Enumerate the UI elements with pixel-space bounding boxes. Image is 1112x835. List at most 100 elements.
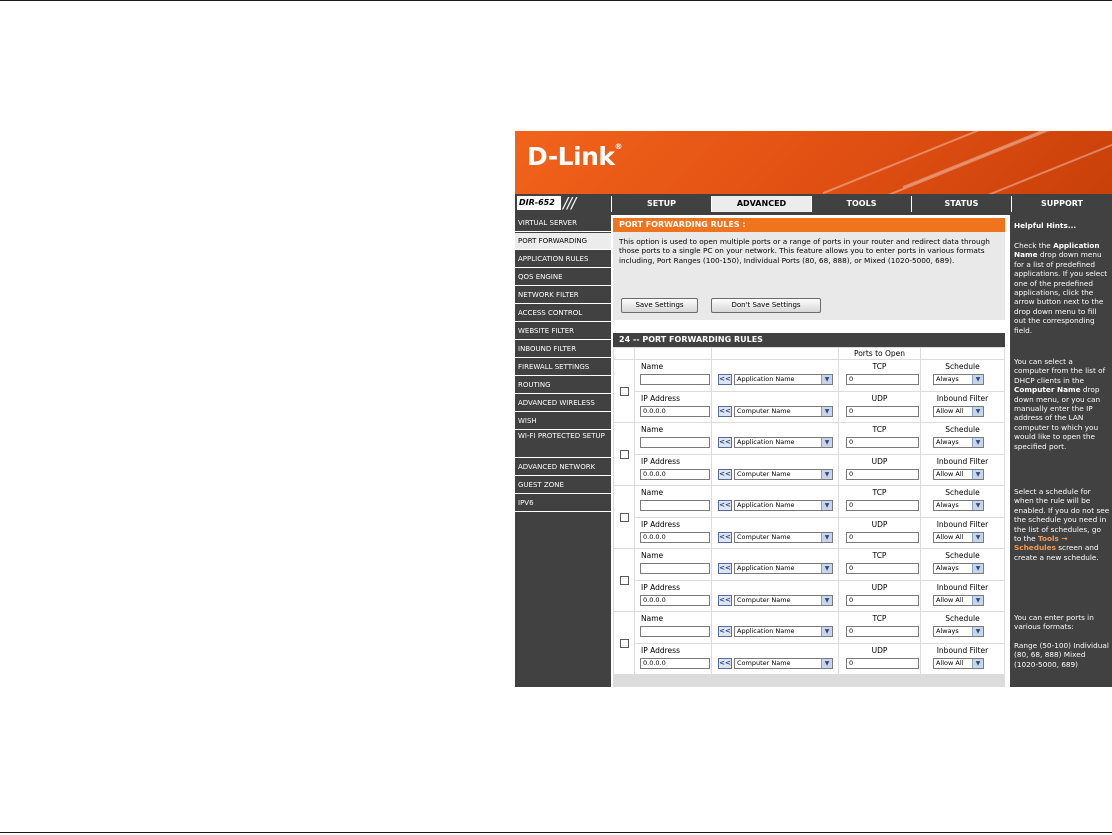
chevron-down-icon: ▼ [821,627,832,636]
inbound-filter-select[interactable]: Allow All ▼ [933,532,984,543]
fill-computer-button[interactable]: << [718,469,732,480]
udp-ports-input[interactable]: 0 [846,595,919,606]
rule-name-input[interactable] [640,626,710,637]
rule-name-input[interactable] [640,437,710,448]
fill-application-button[interactable]: << [718,563,732,574]
nav-item-firewall-settings[interactable]: FIREWALL SETTINGS [515,359,611,376]
inbound-filter-label: Inbound Filter [936,394,989,403]
udp-ports-input[interactable]: 0 [846,406,919,417]
rule-enable-checkbox[interactable] [620,387,629,396]
nav-item-virtual-server[interactable]: VIRTUAL SERVER [515,215,611,232]
computer-name-select[interactable]: Computer Name ▼ [734,532,833,543]
rule-ip-input[interactable]: 0.0.0.0 [640,595,710,606]
rule-enable-checkbox[interactable] [620,513,629,522]
schedule-select[interactable]: Always ▼ [933,626,984,637]
computer-name-select[interactable]: Computer Name ▼ [734,406,833,417]
dont-save-settings-button[interactable]: Don't Save Settings [711,298,821,313]
computer-name-select[interactable]: Computer Name ▼ [734,595,833,606]
chevron-down-icon: ▼ [821,564,832,573]
application-name-select[interactable]: Application Name ▼ [734,626,833,637]
rule-ip-input[interactable]: 0.0.0.0 [640,532,710,543]
schedule-select[interactable]: Always ▼ [933,374,984,385]
nav-item-routing[interactable]: ROUTING [515,377,611,394]
fill-application-button[interactable]: << [718,437,732,448]
computer-name-value: Computer Name [737,470,791,478]
rule-name-input[interactable] [640,500,710,511]
application-name-select[interactable]: Application Name ▼ [734,563,833,574]
rule-ip-input[interactable]: 0.0.0.0 [640,658,710,669]
udp-ports-input[interactable]: 0 [846,658,919,669]
application-name-select[interactable]: Application Name ▼ [734,437,833,448]
chevron-down-icon: ▼ [972,659,983,668]
fill-computer-button[interactable]: << [718,595,732,606]
save-settings-button[interactable]: Save Settings [621,298,698,313]
tab-advanced[interactable]: ADVANCED [711,196,811,212]
rule-enable-checkbox[interactable] [620,576,629,585]
computer-name-value: Computer Name [737,659,791,667]
inbound-filter-select[interactable]: Allow All ▼ [933,406,984,417]
nav-item-advanced-wireless[interactable]: ADVANCED WIRELESS [515,395,611,412]
fill-computer-button[interactable]: << [718,532,732,543]
rule-name-input[interactable] [640,374,710,385]
tab-setup[interactable]: SETUP [611,196,711,212]
nav-item-qos-engine[interactable]: QOS ENGINE [515,269,611,286]
application-name-value: Application Name [737,627,795,635]
rule-enable-checkbox[interactable] [620,450,629,459]
hints-title: Helpful Hints... [1014,221,1077,230]
inbound-filter-select[interactable]: Allow All ▼ [933,595,984,606]
nav-item-network-filter[interactable]: NETWORK FILTER [515,287,611,304]
rule-ip-input[interactable]: 0.0.0.0 [640,469,710,480]
nav-item-application-rules[interactable]: APPLICATION RULES [515,251,611,268]
fill-computer-button[interactable]: << [718,658,732,669]
rule-row: Name IP Address 0.0.0.0 << Application Name ▼… [613,612,1005,674]
application-name-select[interactable]: Application Name ▼ [734,500,833,511]
nav-item-guest-zone[interactable]: GUEST ZONE [515,477,611,494]
application-name-value: Application Name [737,375,795,383]
schedule-label: Schedule [945,488,980,497]
tab-tools[interactable]: TOOLS [811,196,911,212]
inbound-filter-select[interactable]: Allow All ▼ [933,658,984,669]
left-navigation: VIRTUAL SERVER PORT FORWARDING APPLICATION… [515,215,611,687]
fill-application-button[interactable]: << [718,626,732,637]
model-badge: DIR-652 [517,196,561,210]
fill-computer-button[interactable]: << [718,406,732,417]
computer-name-select[interactable]: Computer Name ▼ [734,658,833,669]
tcp-ports-input[interactable]: 0 [846,437,919,448]
nav-item-ipv6[interactable]: IPV6 [515,495,611,512]
udp-ports-input[interactable]: 0 [846,469,919,480]
nav-item-access-control[interactable]: ACCESS CONTROL [515,305,611,322]
rule-row: Name IP Address 0.0.0.0 << Application Name ▼… [613,549,1005,611]
tcp-ports-input[interactable]: 0 [846,563,919,574]
fill-application-button[interactable]: << [718,374,732,385]
computer-name-value: Computer Name [737,407,791,415]
schedule-select[interactable]: Always ▼ [933,437,984,448]
rule-name-label: Name [641,488,664,497]
nav-item-port-forwarding[interactable]: PORT FORWARDING [515,233,611,250]
tcp-ports-input[interactable]: 0 [846,500,919,511]
rule-name-input[interactable] [640,563,710,574]
nav-item-wi-fi-protected-setup[interactable]: WI-FI PROTECTED SETUP [515,431,611,458]
fill-application-button[interactable]: << [718,500,732,511]
udp-ports-input[interactable]: 0 [846,532,919,543]
schedule-select[interactable]: Always ▼ [933,563,984,574]
page-top-rule [0,0,1112,1]
rule-ip-input[interactable]: 0.0.0.0 [640,406,710,417]
rule-enable-checkbox[interactable] [620,639,629,648]
inbound-filter-select[interactable]: Allow All ▼ [933,469,984,480]
schedule-label: Schedule [945,614,980,623]
application-name-select[interactable]: Application Name ▼ [734,374,833,385]
tcp-ports-input[interactable]: 0 [846,374,919,385]
tab-support[interactable]: SUPPORT [1011,196,1112,212]
computer-name-select[interactable]: Computer Name ▼ [734,469,833,480]
rule-ip-label: IP Address [641,583,680,592]
schedule-select[interactable]: Always ▼ [933,500,984,511]
rule-ip-label: IP Address [641,394,680,403]
nav-item-website-filter[interactable]: WEBSITE FILTER [515,323,611,340]
tcp-ports-input[interactable]: 0 [846,626,919,637]
nav-item-inbound-filter[interactable]: INBOUND FILTER [515,341,611,358]
chevron-down-icon: ▼ [972,596,983,605]
nav-item-wish[interactable]: WISH [515,413,611,430]
tab-status[interactable]: STATUS [911,196,1011,212]
nav-item-advanced-network[interactable]: ADVANCED NETWORK [515,459,611,476]
hint-port-formats: You can enter ports in various formats: [1014,613,1094,632]
